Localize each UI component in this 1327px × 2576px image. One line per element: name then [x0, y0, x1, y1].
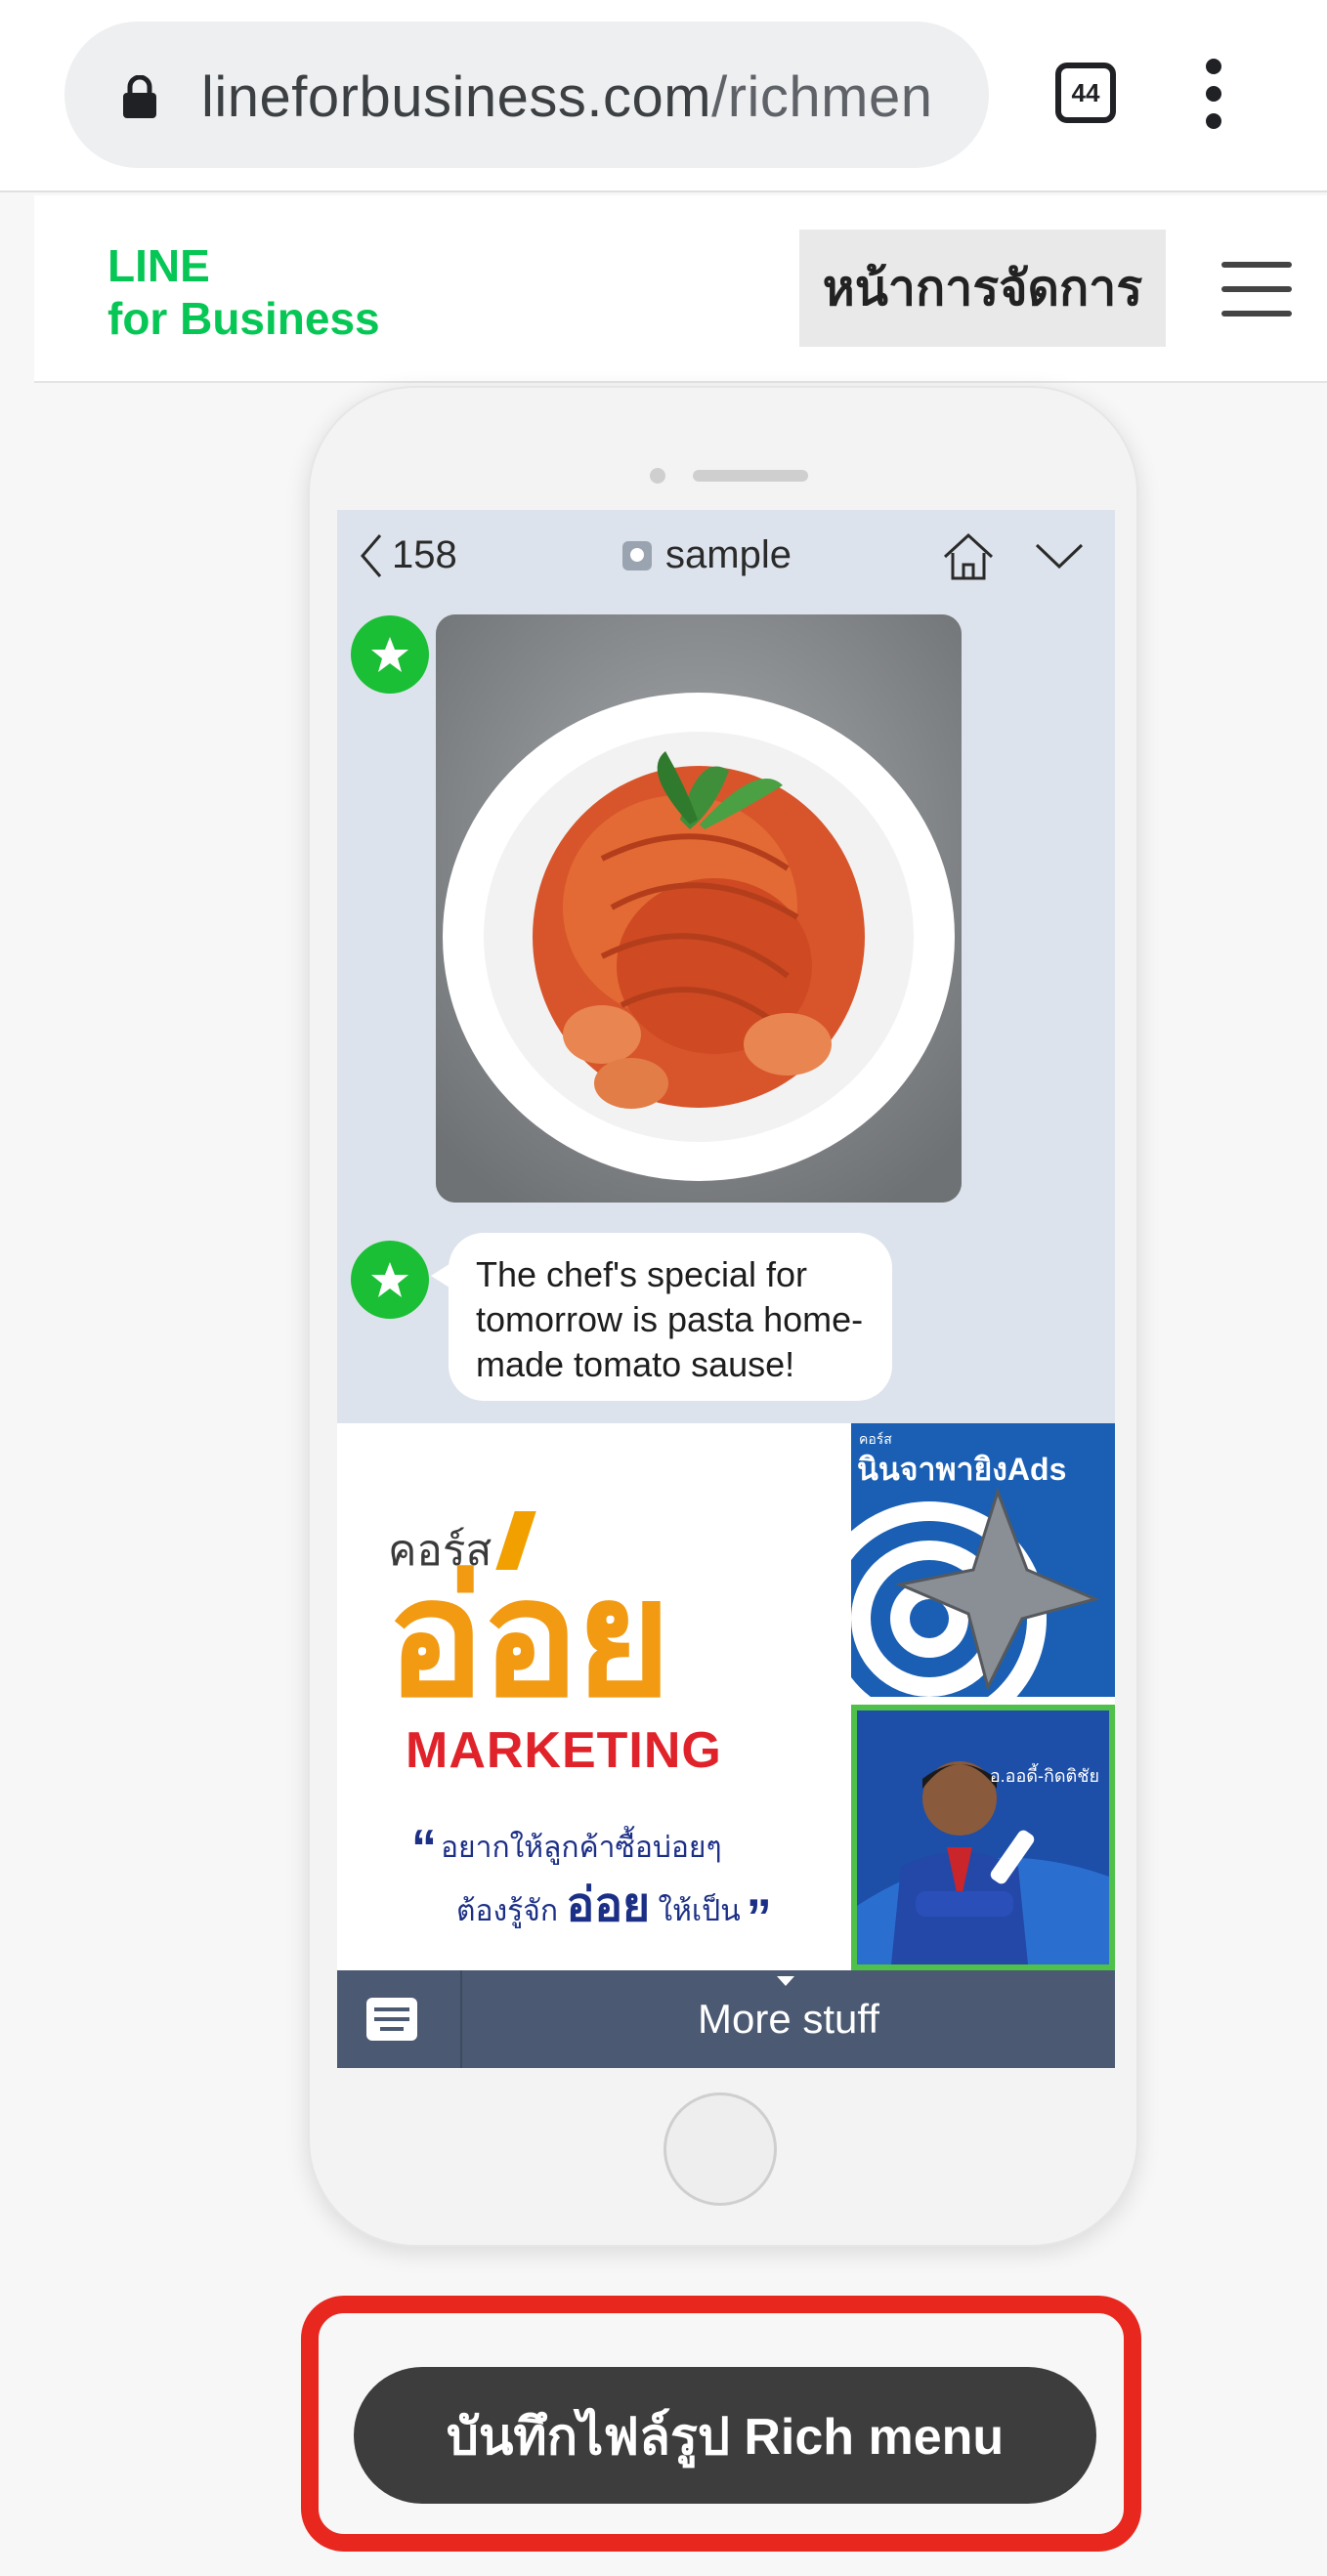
hamburger-menu-icon[interactable] [1221, 262, 1292, 317]
logo-line2: for Business [107, 293, 380, 344]
chat-title-group: sample [622, 533, 792, 577]
star-icon [371, 637, 408, 672]
quote-line-2: ต้องรู้จัก อ่อย ให้เป็น” [456, 1879, 772, 1946]
unread-count: 158 [392, 533, 457, 576]
tab-switcher-button[interactable]: 44 [1055, 63, 1116, 123]
phone-screen: 158 sample The chef's special for tomorr… [337, 510, 1115, 2068]
pasta-photo[interactable] [436, 614, 962, 1203]
back-chevron-icon[interactable] [357, 531, 386, 580]
chat-header: 158 sample [337, 510, 1115, 608]
url-host: lineforbusiness.com [201, 65, 712, 129]
keyboard-icon[interactable] [366, 1998, 417, 2041]
url-path: /richmen [711, 65, 933, 129]
rich-menu-preview: คอร์ส อ่อย MARKETING “อยากให้ลูกค้าซื้อบ… [337, 1423, 1115, 1970]
brand-word: อ่อย [386, 1546, 671, 1730]
chat-title: sample [665, 533, 792, 576]
pasta-illustration [436, 614, 962, 1203]
instructor-portrait [857, 1761, 1109, 1964]
message-bubble: The chef's special for tomorrow is pasta… [431, 1233, 892, 1401]
rich-menu-area-course[interactable]: คอร์ส อ่อย MARKETING “อยากให้ลูกค้าซื้อบ… [337, 1423, 843, 1970]
rich-menu-toggle-bar[interactable]: More stuff [337, 1970, 1115, 2068]
chevron-down-icon[interactable] [1033, 539, 1086, 572]
url-text: lineforbusiness.com/richmen [201, 64, 932, 130]
logo-line1: LINE [107, 240, 210, 291]
manage-page-button[interactable]: หน้าการจัดการ [799, 230, 1166, 347]
save-rich-menu-button[interactable]: บันทึกไฟล์รูป Rich menu [354, 2367, 1096, 2504]
tab-count: 44 [1071, 77, 1100, 107]
caret-down-icon [777, 1976, 794, 1986]
sender-avatar[interactable] [351, 1241, 429, 1319]
instructor-name: อ.ออดี้-กิดติชัย [989, 1766, 1099, 1786]
line-for-business-logo[interactable]: LINE for Business [107, 239, 380, 345]
rich-menu-area-instructor[interactable]: อ.ออดี้-กิดติชัย [851, 1705, 1115, 1970]
browser-toolbar: lineforbusiness.com/richmen 44 [0, 0, 1327, 192]
phone-home-button [664, 2092, 777, 2206]
more-options-icon[interactable] [1204, 59, 1223, 137]
marketing-label: MARKETING [406, 1722, 722, 1779]
rich-menu-bar-label[interactable]: More stuff [462, 1996, 1115, 2043]
sender-avatar[interactable] [351, 615, 429, 694]
rich-menu-area-ninja-ads[interactable]: คอร์ส นินจาพายิงAds [851, 1423, 1115, 1697]
speaker-grill [693, 470, 808, 482]
tile1-title: นินจาพายิงAds [857, 1452, 1067, 1487]
phone-mockup: 158 sample The chef's special for tomorr… [308, 386, 1138, 2247]
address-bar[interactable]: lineforbusiness.com/richmen [64, 21, 989, 168]
star-icon [371, 1262, 408, 1297]
lock-icon [123, 75, 156, 118]
site-header: LINE for Business หน้าการจัดการ [34, 195, 1327, 383]
camera-dot [650, 468, 665, 484]
official-badge-icon [622, 540, 652, 570]
home-icon[interactable] [939, 529, 998, 584]
